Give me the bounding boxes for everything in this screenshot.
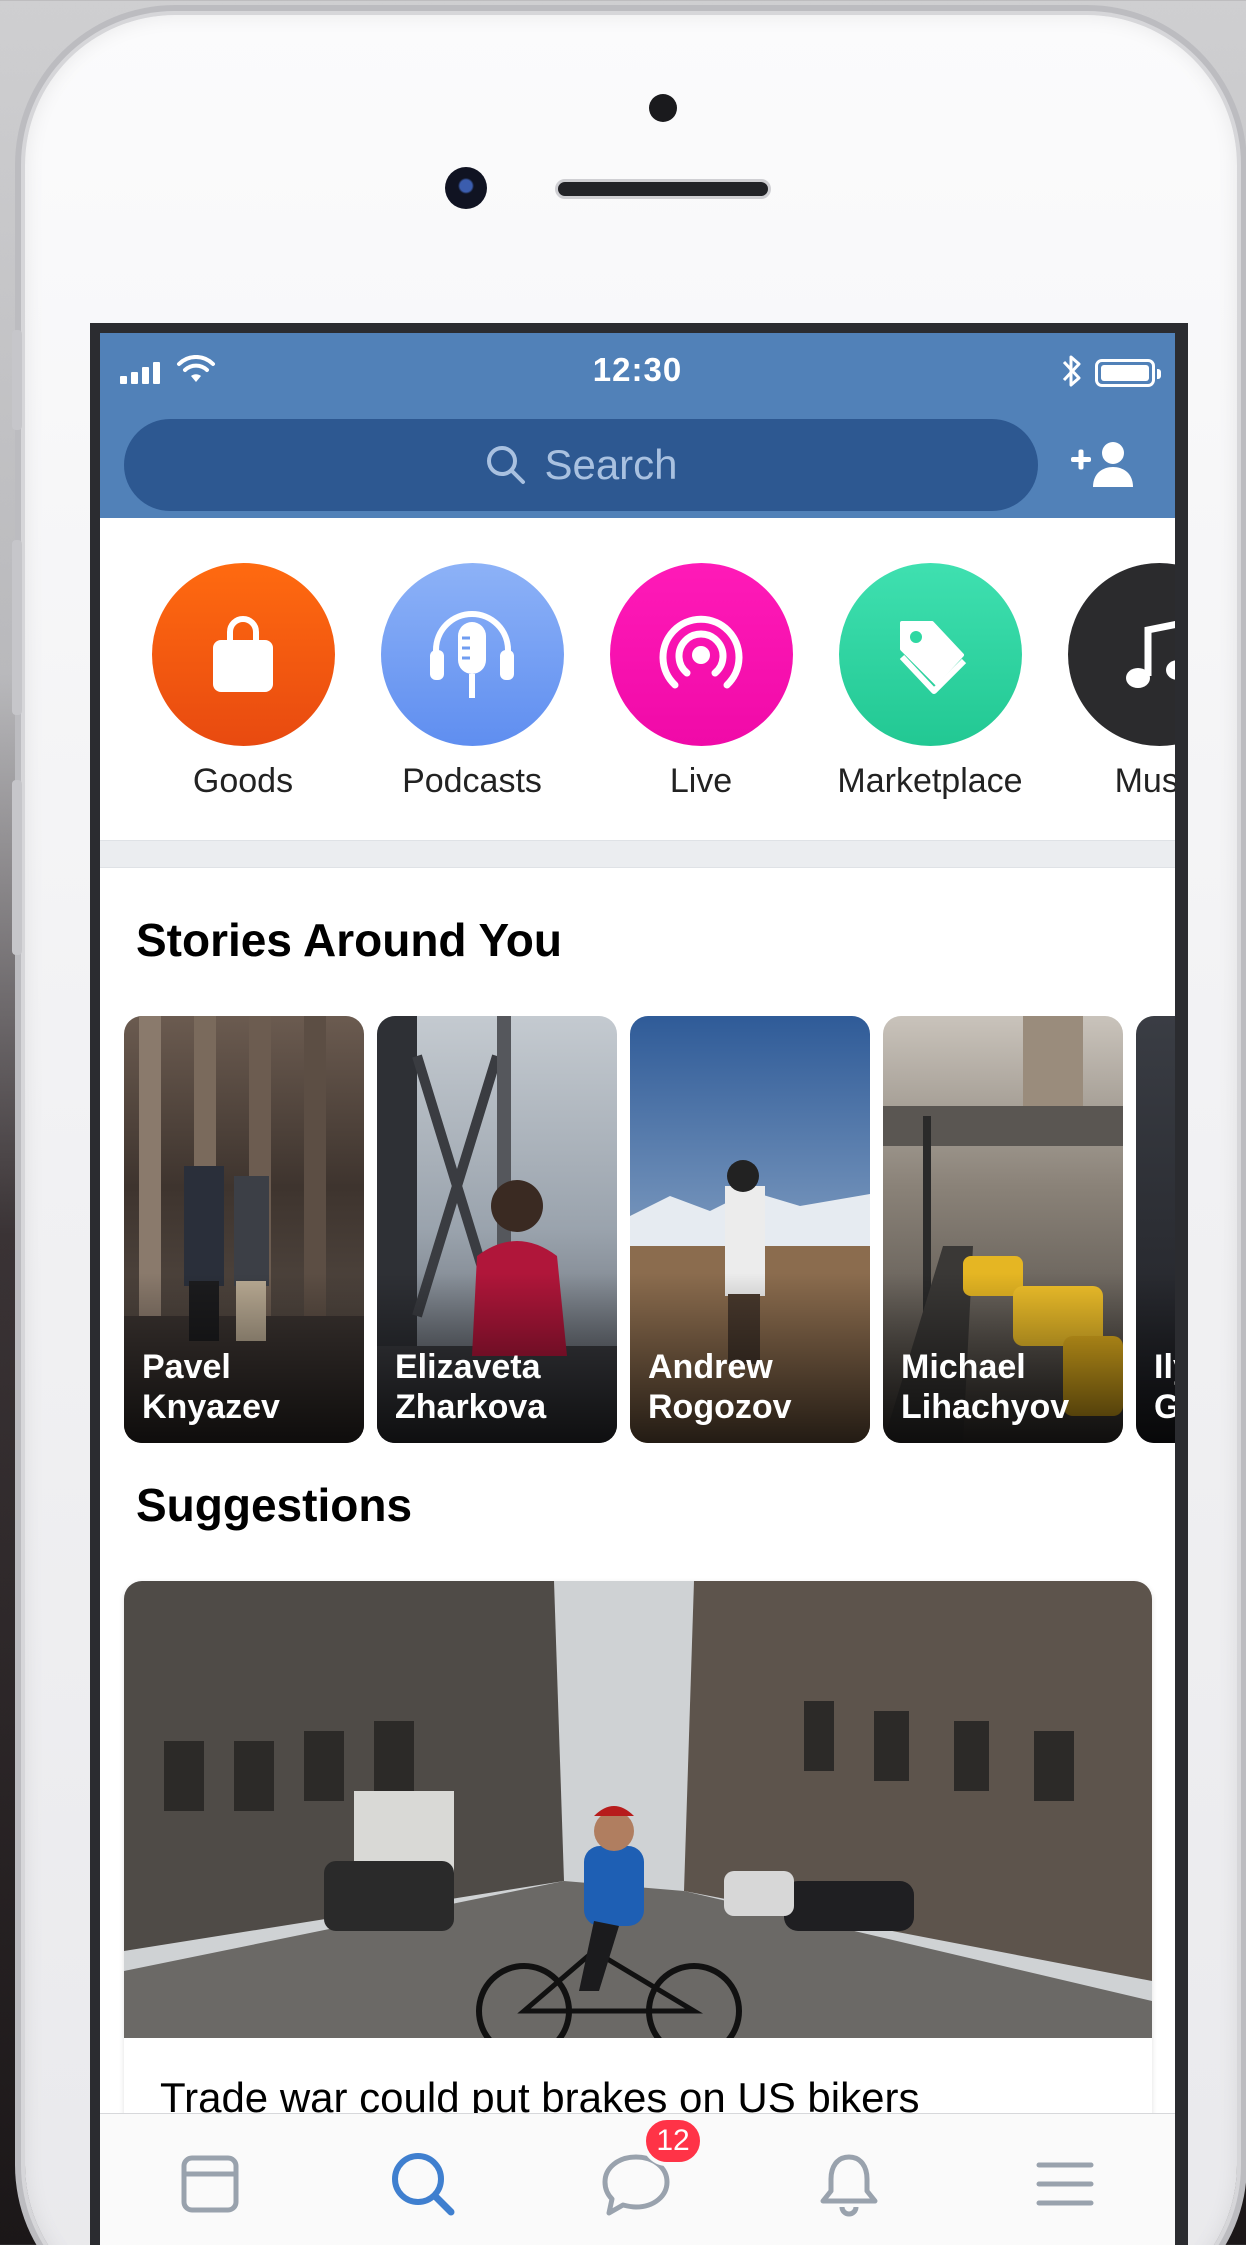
service-marketplace-circle <box>838 563 1022 746</box>
service-live-label: Live <box>669 762 733 800</box>
story-card[interactable]: Ily G <box>1136 1016 1175 1443</box>
search-icon <box>487 446 526 484</box>
service-podcasts[interactable]: Podcasts <box>357 563 587 801</box>
stories-section-title: Stories Around You <box>136 914 562 966</box>
service-marketplace[interactable]: Marketplace <box>815 563 1045 801</box>
messages-badge: 12 <box>642 2116 704 2166</box>
story-card[interactable]: Pavel Knyazev <box>124 1016 364 1443</box>
services-row: Goods Podcasts Live Marketplace Mus <box>100 518 1175 840</box>
service-live-circle <box>609 563 793 746</box>
bell-icon <box>820 2154 878 2217</box>
story-author: Ily G <box>1154 1347 1175 1427</box>
stories-carousel: Pavel Knyazev Elizaveta Zharkova Andrew … <box>124 1016 1175 1443</box>
tab-notifications[interactable] <box>809 2144 889 2224</box>
tab-news[interactable] <box>170 2144 250 2224</box>
music-note-icon <box>1126 620 1175 688</box>
story-first-name: Pavel <box>142 1348 231 1386</box>
app-header: 12:30 Search <box>100 333 1175 518</box>
service-goods[interactable]: Goods <box>128 563 358 801</box>
proximity-sensor <box>649 94 677 122</box>
service-music-circle <box>1067 563 1175 746</box>
live-broadcast-icon <box>659 615 743 688</box>
story-card[interactable]: Elizaveta Zharkova <box>377 1016 617 1443</box>
service-podcasts-circle <box>380 563 564 746</box>
service-marketplace-label: Marketplace <box>837 762 1023 800</box>
shopping-bag-icon <box>213 615 273 692</box>
menu-icon <box>1036 2162 1094 2206</box>
story-last-name: Zharkova <box>395 1388 547 1426</box>
story-last-name: G <box>1154 1388 1175 1426</box>
service-music-label: Music <box>1114 762 1175 800</box>
story-first-name: Michael <box>901 1348 1026 1386</box>
newsfeed-icon <box>181 2155 239 2213</box>
story-first-name: Andrew <box>648 1348 773 1386</box>
suggestions-section-title: Suggestions <box>136 1479 413 1531</box>
story-last-name: Rogozov <box>648 1388 792 1426</box>
story-author: Elizaveta Zharkova <box>395 1347 610 1427</box>
tab-menu[interactable] <box>1025 2144 1105 2224</box>
service-music[interactable]: Music <box>1044 563 1175 801</box>
service-goods-circle <box>151 563 335 746</box>
story-first-name: Elizaveta <box>395 1348 541 1386</box>
street-cyclist-photo <box>124 1581 1152 2038</box>
tab-search[interactable] <box>383 2144 463 2224</box>
tab-bar: 12 <box>100 2113 1175 2245</box>
bluetooth-icon <box>1062 355 1081 387</box>
front-camera <box>445 167 487 209</box>
story-author: Pavel Knyazev <box>142 1347 357 1427</box>
status-time: 12:30 <box>592 351 683 388</box>
app-screen: 12:30 Search Goods Podcasts Live Marketp… <box>100 333 1175 2245</box>
price-tag-icon <box>899 620 967 694</box>
add-friend-button[interactable] <box>1068 429 1140 501</box>
service-goods-label: Goods <box>192 762 294 800</box>
search-icon <box>392 2153 455 2216</box>
mute-switch <box>12 330 22 430</box>
search-bar[interactable]: Search <box>124 419 1038 511</box>
volume-up-button <box>12 540 22 715</box>
section-separator <box>100 840 1175 868</box>
story-author: Michael Lihachyov <box>901 1347 1116 1427</box>
suggestion-card-image <box>124 1581 1152 2038</box>
story-author: Andrew Rogozov <box>648 1347 863 1427</box>
podcast-microphone-icon <box>430 610 514 698</box>
service-podcasts-label: Podcasts <box>402 762 542 800</box>
volume-down-button <box>12 780 22 955</box>
story-first-name: Ily <box>1154 1348 1175 1386</box>
battery-icon <box>1095 359 1161 387</box>
search-placeholder: Search <box>544 441 678 488</box>
story-card[interactable]: Michael Lihachyov <box>883 1016 1123 1443</box>
phone-screen: 12:30 Search Goods Podcasts Live Marketp… <box>90 323 1188 2245</box>
status-bar: 12:30 <box>100 333 1175 408</box>
service-live[interactable]: Live <box>586 563 816 801</box>
story-last-name: Lihachyov <box>901 1388 1070 1426</box>
add-friend-icon <box>1071 442 1133 487</box>
story-card[interactable]: Andrew Rogozov <box>630 1016 870 1443</box>
earpiece-speaker <box>555 179 771 199</box>
story-last-name: Knyazev <box>142 1388 280 1426</box>
